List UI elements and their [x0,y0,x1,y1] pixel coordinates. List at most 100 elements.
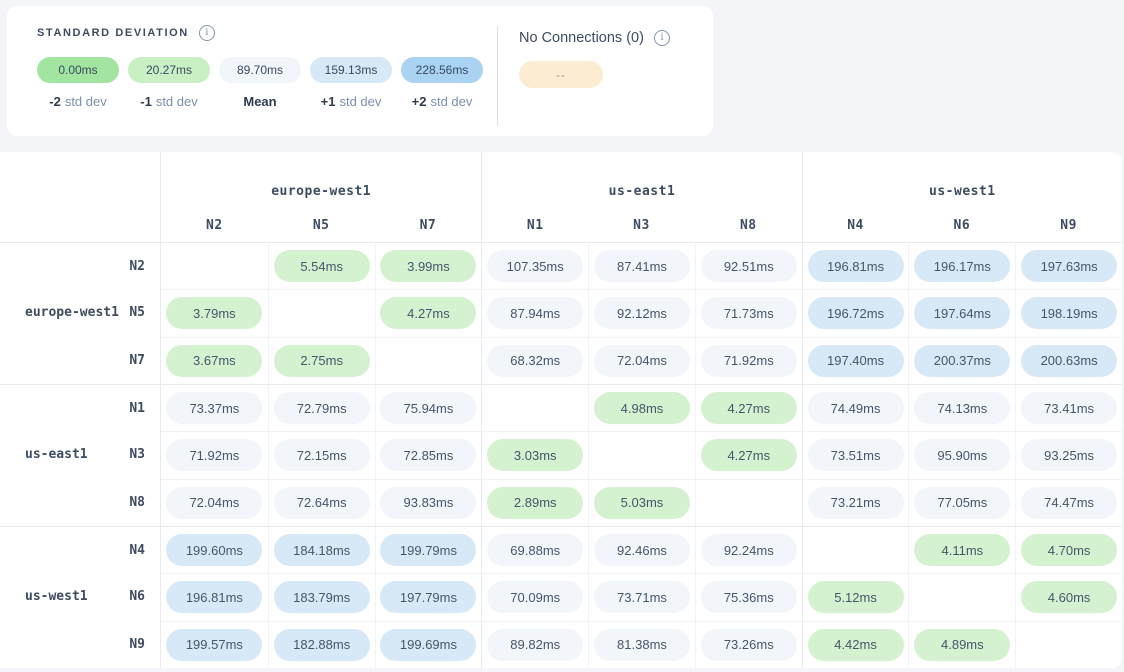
latency-pill[interactable]: 72.79ms [274,392,370,424]
latency-pill[interactable]: 3.79ms [166,297,262,329]
latency-pill[interactable]: 73.71ms [594,581,690,613]
std-dev-stop-label: -2std dev [49,94,106,109]
latency-pill[interactable]: 4.98ms [594,392,690,424]
latency-pill[interactable]: 71.92ms [701,345,797,377]
latency-pill[interactable]: 72.04ms [166,487,262,519]
latency-pill[interactable]: 199.60ms [166,534,262,566]
latency-pill[interactable]: 197.79ms [380,581,476,613]
latency-pill[interactable]: 184.18ms [274,534,370,566]
latency-pill[interactable]: 4.27ms [701,392,797,424]
row-node-label: N1 [129,401,145,416]
std-dev-stop: 89.70msMean [219,57,301,109]
latency-pill[interactable]: 4.89ms [914,629,1010,661]
latency-pill[interactable]: 2.89ms [487,487,583,519]
latency-pill[interactable]: 196.81ms [166,581,262,613]
latency-pill[interactable]: 81.38ms [594,629,690,661]
latency-pill[interactable]: 3.03ms [487,439,583,471]
latency-pill[interactable]: 196.81ms [808,250,904,282]
latency-pill[interactable]: 93.83ms [380,487,476,519]
latency-pill[interactable]: 196.72ms [808,297,904,329]
latency-pill[interactable]: 73.37ms [166,392,262,424]
latency-pill[interactable]: 5.03ms [594,487,690,519]
latency-pill[interactable]: 93.25ms [1021,439,1117,471]
latency-pill[interactable]: 3.67ms [166,345,262,377]
latency-pill[interactable]: 197.40ms [808,345,904,377]
latency-pill[interactable]: 107.35ms [487,250,583,282]
row-node-label: N4 [129,543,145,558]
latency-pill[interactable]: 74.13ms [914,392,1010,424]
latency-pill[interactable]: 197.63ms [1021,250,1117,282]
latency-pill[interactable]: 92.46ms [594,534,690,566]
latency-cell: 72.64ms [268,479,375,526]
latency-pill[interactable]: 196.17ms [914,250,1010,282]
latency-pill[interactable]: 182.88ms [274,629,370,661]
latency-pill[interactable]: 92.24ms [701,534,797,566]
latency-pill[interactable]: 4.42ms [808,629,904,661]
latency-pill[interactable]: 72.04ms [594,345,690,377]
latency-cell: 72.79ms [268,384,375,431]
latency-pill[interactable]: 4.60ms [1021,581,1117,613]
latency-cell: 72.04ms [588,337,695,384]
latency-pill[interactable]: 5.12ms [808,581,904,613]
latency-cell-empty [588,431,695,478]
latency-pill[interactable]: 200.63ms [1021,345,1117,377]
latency-pill[interactable]: 199.79ms [380,534,476,566]
latency-pill[interactable]: 95.90ms [914,439,1010,471]
latency-pill[interactable]: 197.64ms [914,297,1010,329]
latency-pill[interactable]: 73.51ms [808,439,904,471]
latency-pill[interactable]: 73.26ms [701,629,797,661]
row-label: us-east1N3 [0,431,161,478]
latency-pill[interactable]: 75.36ms [701,581,797,613]
latency-cell: 4.89ms [908,621,1015,668]
latency-pill[interactable]: 4.11ms [914,534,1010,566]
latency-pill[interactable]: 68.32ms [487,345,583,377]
latency-cell: 92.46ms [588,526,695,573]
matrix-corner [0,152,161,242]
latency-pill[interactable]: 92.12ms [594,297,690,329]
latency-pill[interactable]: 73.21ms [808,487,904,519]
latency-pill[interactable]: 69.88ms [487,534,583,566]
info-icon[interactable]: i [199,25,215,41]
latency-cell: 4.27ms [695,431,802,478]
latency-pill[interactable]: 183.79ms [274,581,370,613]
row-label: europe-west1N5 [0,289,161,336]
latency-pill[interactable]: 92.51ms [701,250,797,282]
latency-cell-empty [802,526,909,573]
latency-pill[interactable]: 77.05ms [914,487,1010,519]
latency-pill[interactable]: 74.49ms [808,392,904,424]
latency-pill[interactable]: 5.54ms [274,250,370,282]
latency-cell: 74.47ms [1015,479,1122,526]
latency-pill[interactable]: 198.19ms [1021,297,1117,329]
latency-pill[interactable]: 70.09ms [487,581,583,613]
latency-pill[interactable]: 199.69ms [380,629,476,661]
latency-pill[interactable]: 74.47ms [1021,487,1117,519]
latency-pill[interactable]: 2.75ms [274,345,370,377]
column-node-header: N3 [588,208,695,242]
latency-pill[interactable]: 4.70ms [1021,534,1117,566]
latency-pill[interactable]: 72.64ms [274,487,370,519]
latency-cell: 72.85ms [375,431,482,478]
legend-divider [497,26,498,126]
latency-cell: 75.36ms [695,573,802,620]
latency-pill[interactable]: 72.85ms [380,439,476,471]
latency-cell: 73.71ms [588,573,695,620]
latency-pill[interactable]: 200.37ms [914,345,1010,377]
row-node-label: N6 [129,589,145,604]
latency-pill[interactable]: 71.92ms [166,439,262,471]
latency-pill[interactable]: 199.57ms [166,629,262,661]
row-label: N8 [0,479,161,526]
latency-pill[interactable]: 4.27ms [701,439,797,471]
latency-pill[interactable]: 89.82ms [487,629,583,661]
latency-pill[interactable]: 75.94ms [380,392,476,424]
latency-cell: 3.67ms [161,337,268,384]
latency-pill[interactable]: 72.15ms [274,439,370,471]
latency-pill[interactable]: 71.73ms [701,297,797,329]
latency-pill[interactable]: 87.41ms [594,250,690,282]
std-dev-stop: 20.27ms-1std dev [128,57,210,109]
latency-cell: 197.40ms [802,337,909,384]
latency-pill[interactable]: 73.41ms [1021,392,1117,424]
latency-pill[interactable]: 87.94ms [487,297,583,329]
info-icon[interactable]: i [654,30,670,46]
latency-pill[interactable]: 4.27ms [380,297,476,329]
latency-pill[interactable]: 3.99ms [380,250,476,282]
